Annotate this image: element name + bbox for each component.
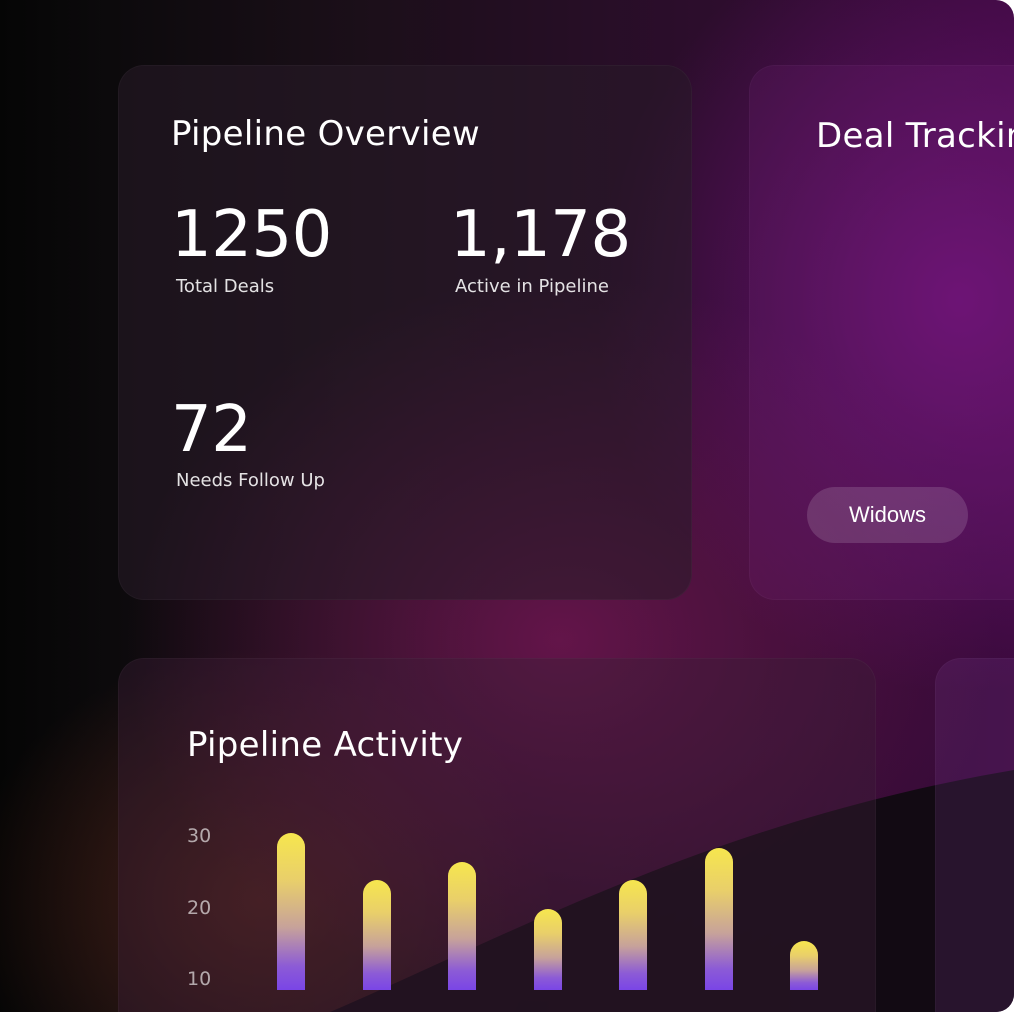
chart-bar[interactable]: [619, 879, 647, 990]
stat-active-value: 1,178: [450, 198, 631, 272]
chart-bar[interactable]: [790, 940, 818, 990]
chart-bar[interactable]: [277, 833, 305, 990]
chart-bar[interactable]: [362, 879, 391, 990]
chart-bar[interactable]: [533, 908, 562, 990]
y-tick-label: 30: [187, 825, 212, 847]
secondary-card: [935, 658, 1014, 1012]
stat-active-label: Active in Pipeline: [455, 276, 609, 297]
chart-bar[interactable]: [704, 847, 733, 990]
pipeline-activity-title: Pipeline Activity: [187, 725, 464, 765]
pipeline-overview-title: Pipeline Overview: [171, 114, 481, 154]
dashboard-frame: Pipeline Overview 1250 Total Deals 1,178…: [0, 0, 1014, 1012]
y-tick-label: 10: [187, 968, 212, 990]
chart-bar[interactable]: [448, 862, 476, 990]
stat-total-deals-value: 1250: [171, 198, 332, 272]
stat-follow-up-label: Needs Follow Up: [176, 470, 325, 491]
deal-tracking-title: Deal Tracking: [816, 116, 1014, 156]
stat-total-deals-label: Total Deals: [176, 276, 275, 297]
stat-follow-up-value: 72: [171, 393, 252, 467]
pipeline-activity-card: [118, 658, 876, 1012]
widows-filter-button[interactable]: Widows: [807, 487, 968, 543]
y-tick-label: 20: [187, 896, 212, 919]
